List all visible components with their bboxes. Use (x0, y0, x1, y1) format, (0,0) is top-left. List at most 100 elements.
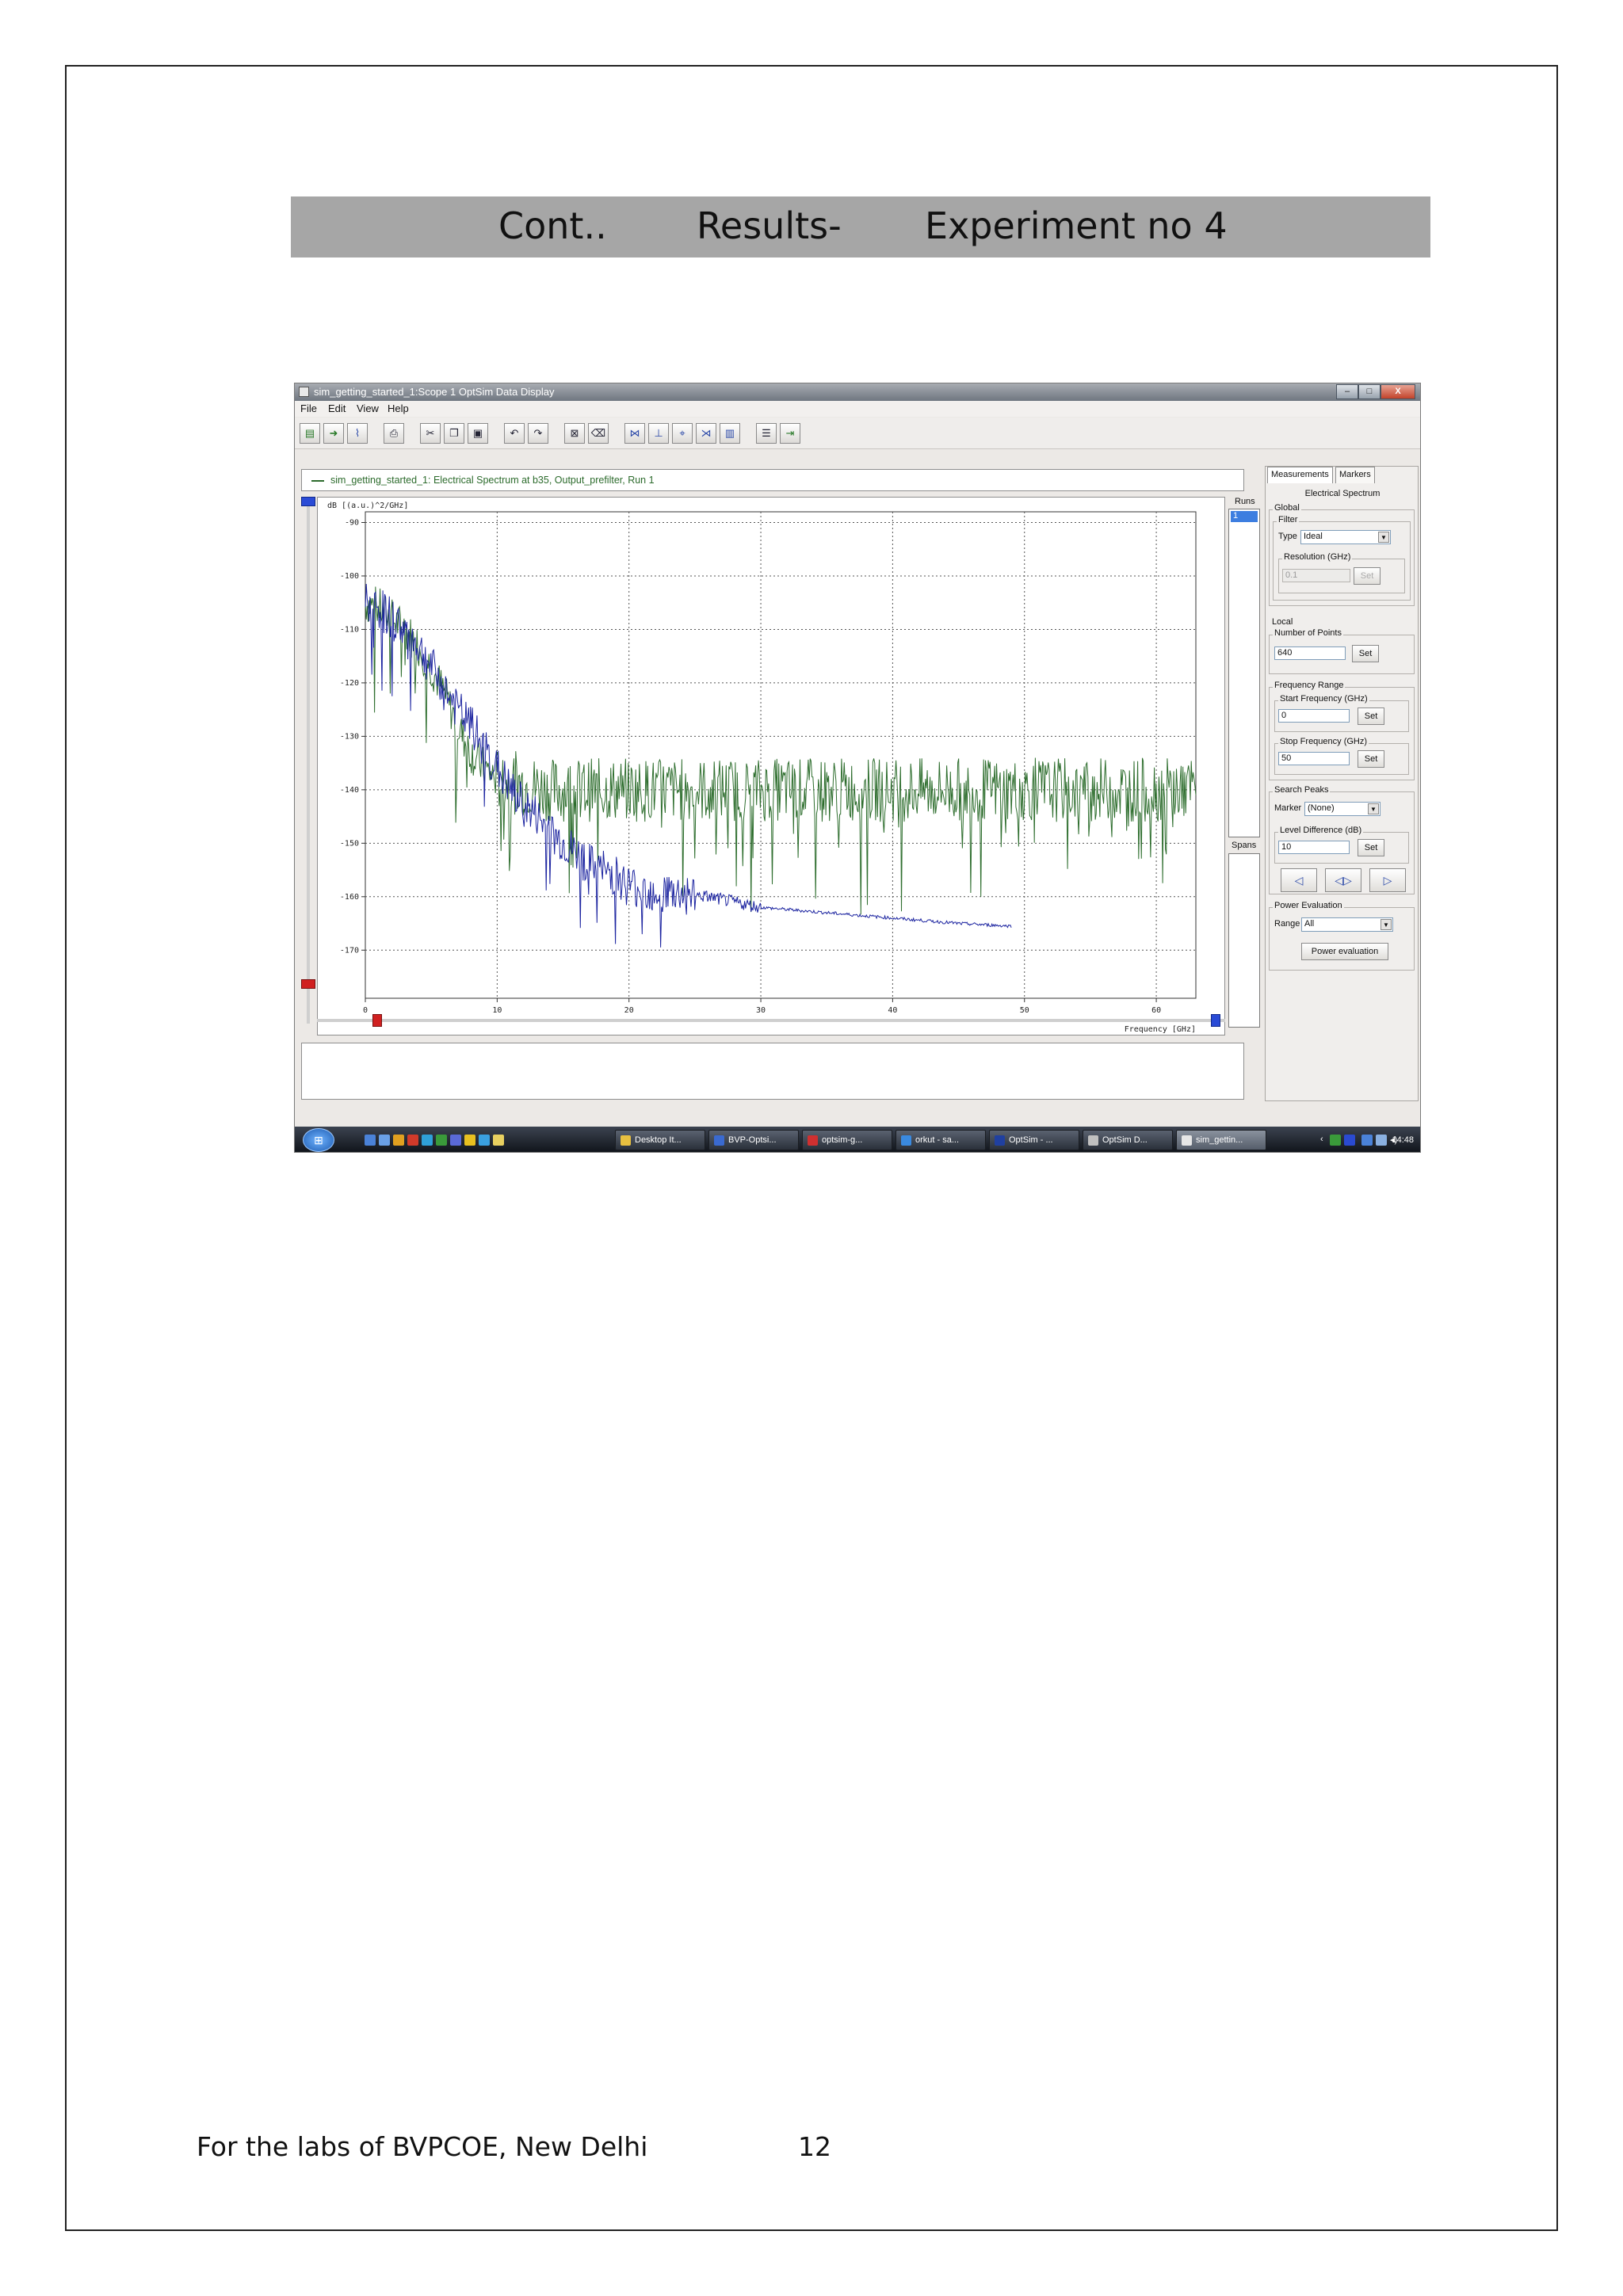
prev-peak-icon[interactable]: ◁ (1281, 868, 1317, 892)
tray-icon[interactable] (1361, 1135, 1373, 1146)
print-icon[interactable]: ⎙ (384, 423, 404, 444)
chevron-down-icon: ▼ (1381, 919, 1392, 930)
series-legend[interactable]: sim_getting_started_1: Electrical Spectr… (301, 469, 1244, 491)
marker-icon[interactable]: ⊥ (648, 423, 669, 444)
resolution-set-button[interactable]: Set (1354, 567, 1381, 585)
window-titlebar[interactable]: sim_getting_started_1:Scope 1 OptSim Dat… (295, 383, 1420, 401)
tray-chevron-icon[interactable]: ‹ (1320, 1135, 1323, 1144)
y-range-slider[interactable] (301, 497, 315, 1024)
quick-launch-icon[interactable] (479, 1135, 490, 1146)
optsim-screenshot: sim_getting_started_1:Scope 1 OptSim Dat… (294, 383, 1421, 1153)
network-icon[interactable] (1376, 1135, 1387, 1146)
cursor-icon[interactable]: ⌖ (672, 423, 693, 444)
spans-list[interactable] (1228, 853, 1260, 1028)
task-sim-getting[interactable]: sim_gettin... (1176, 1130, 1266, 1150)
start-button[interactable]: ⊞ (303, 1128, 334, 1152)
tab-measurements[interactable]: Measurements (1267, 467, 1333, 483)
app-icon (299, 387, 309, 397)
eraser-icon[interactable]: ⌫ (588, 423, 609, 444)
run-item[interactable]: 1 (1231, 511, 1258, 522)
level-diff-input[interactable]: 10 (1278, 841, 1350, 854)
quick-launch-icon[interactable] (365, 1135, 376, 1146)
start-freq-input[interactable]: 0 (1278, 709, 1350, 723)
maximize-button[interactable]: □ (1358, 384, 1381, 399)
footer-text: For the labs of BVPCOE, New Delhi (197, 2131, 648, 2162)
start-freq-set-button[interactable]: Set (1358, 707, 1384, 725)
close-button[interactable]: X (1381, 384, 1415, 399)
tray-icon[interactable] (1344, 1135, 1355, 1146)
runs-list[interactable]: 1 (1228, 509, 1260, 837)
open-icon[interactable]: ▤ (300, 423, 320, 444)
power-evaluation-button[interactable]: Power evaluation (1301, 943, 1388, 960)
page-number: 12 (798, 2131, 831, 2162)
quick-launch-icon[interactable] (450, 1135, 461, 1146)
stop-freq-input[interactable]: 50 (1278, 752, 1350, 765)
y-tick-label: -100 (340, 572, 359, 581)
task-optsim-g[interactable]: optsim-g... (802, 1130, 892, 1150)
export-plot-icon[interactable]: ⌇ (347, 423, 368, 444)
quick-launch-icon[interactable] (422, 1135, 433, 1146)
spectrum-chart[interactable]: 0 10 20 30 40 50 60-90-100-110-120-130-140-150… (318, 498, 1226, 1036)
freq-range-title: Frequency Range (1273, 681, 1346, 690)
range-select[interactable]: All ▼ (1301, 917, 1393, 932)
taskbar: ⊞ Desktop It... BVP-Optsi... optsim-g...… (295, 1127, 1420, 1152)
plot-area[interactable]: 0 10 20 30 40 50 60 -90 -100 -110 -120 -130 -140 -150… (317, 497, 1225, 1035)
quick-launch-icon[interactable] (379, 1135, 390, 1146)
y-tick-label: -110 (340, 625, 359, 634)
filter-type-select[interactable]: Ideal ▼ (1300, 530, 1391, 544)
menu-edit[interactable]: Edit (328, 402, 346, 414)
next-peak-icon[interactable]: ▷ (1369, 868, 1406, 892)
undo-icon[interactable]: ↶ (504, 423, 525, 444)
panel-subtitle: Electrical Spectrum (1304, 489, 1381, 498)
task-optsim-d[interactable]: OptSim D... (1083, 1130, 1173, 1150)
minimize-button[interactable]: – (1336, 384, 1358, 399)
quick-launch-icon[interactable] (436, 1135, 447, 1146)
y-slider-track (307, 497, 310, 1024)
x-axis-icon[interactable]: ⋈ (624, 423, 645, 444)
quick-launch-icon[interactable] (493, 1135, 504, 1146)
quick-launch-icon[interactable] (407, 1135, 418, 1146)
quick-launch-icon[interactable] (393, 1135, 404, 1146)
quick-launch-icon[interactable] (464, 1135, 475, 1146)
level-diff-set-button[interactable]: Set (1358, 839, 1384, 856)
zoom-fit-icon[interactable]: ⊠ (564, 423, 585, 444)
stop-freq-label: Stop Frequency (GHz) (1278, 737, 1369, 746)
histogram-icon[interactable]: ▥ (720, 423, 740, 444)
measure-icon[interactable]: ⋊ (696, 423, 716, 444)
redo-icon[interactable]: ↷ (528, 423, 548, 444)
task-desktop[interactable]: Desktop It... (615, 1130, 705, 1150)
x-min-handle[interactable] (372, 1014, 382, 1027)
marker-select[interactable]: (None) ▼ (1304, 802, 1381, 816)
y-max-handle[interactable] (301, 497, 315, 506)
cut-icon[interactable]: ✂ (420, 423, 441, 444)
section-heading: Cont.. Results- Experiment no 4 (291, 196, 1430, 257)
paste-icon[interactable]: ▣ (468, 423, 488, 444)
y-tick-label: -150 (340, 839, 359, 848)
tab-markers[interactable]: Markers (1335, 467, 1375, 483)
task-bvp-optsim[interactable]: BVP-Optsi... (708, 1130, 799, 1150)
menu-help[interactable]: Help (388, 402, 409, 414)
task-orkut[interactable]: orkut - sa... (896, 1130, 986, 1150)
menu-view[interactable]: View (357, 402, 379, 414)
task-optsim[interactable]: OptSim - ... (989, 1130, 1079, 1150)
points-set-button[interactable]: Set (1352, 645, 1379, 662)
spans-label: Spans (1232, 841, 1257, 850)
list-icon[interactable]: ☰ (756, 423, 777, 444)
center-peak-icon[interactable]: ◁▷ (1325, 868, 1361, 892)
type-label: Type (1278, 532, 1297, 541)
exit-icon[interactable]: ⇥ (780, 423, 800, 444)
points-input[interactable]: 640 (1274, 646, 1346, 660)
copy-icon[interactable]: ❐ (444, 423, 464, 444)
stop-freq-set-button[interactable]: Set (1358, 750, 1384, 768)
points-label: Number of Points (1273, 628, 1343, 638)
points-group: Number of Points 640 Set (1269, 628, 1415, 674)
resolution-input[interactable]: 0.1 (1282, 569, 1350, 582)
menu-file[interactable]: File (300, 402, 317, 414)
import-icon[interactable]: ➜ (323, 423, 344, 444)
x-max-handle[interactable] (1211, 1014, 1220, 1027)
tray-icon[interactable] (1330, 1135, 1341, 1146)
x-range-slider[interactable] (317, 1014, 1225, 1027)
y-min-handle[interactable] (301, 979, 315, 989)
message-area[interactable] (301, 1043, 1244, 1100)
clock[interactable]: 14:48 (1392, 1135, 1414, 1145)
